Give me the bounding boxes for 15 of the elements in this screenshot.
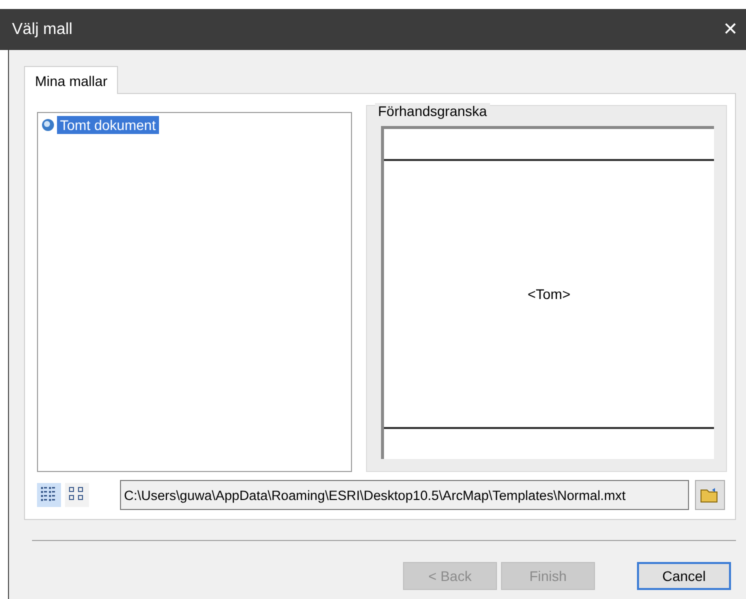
folder-icon [700,487,720,503]
folder-button[interactable] [695,480,725,510]
globe-icon [41,118,55,132]
preview-title: Förhandsgranska [375,103,490,119]
preview-text: <Tom> [528,286,570,302]
dialog-button[interactable]: Cancel [637,562,731,590]
details-view-button[interactable] [37,483,61,507]
details-list-icon [40,486,56,502]
template-item[interactable]: Tomt dokument [57,116,159,134]
path-field[interactable]: C:\Users\guwa\AppData\Roaming\ESRI\Desktop10.5\ArcMap\Templates\Normal.mxt [120,480,689,510]
window-title: Välj mall [12,20,72,38]
icon-view-button[interactable] [65,483,89,507]
tab[interactable]: Mina mallar [24,66,118,94]
large-icons-icon [68,486,84,502]
close-button[interactable]: ✕ [714,19,746,40]
